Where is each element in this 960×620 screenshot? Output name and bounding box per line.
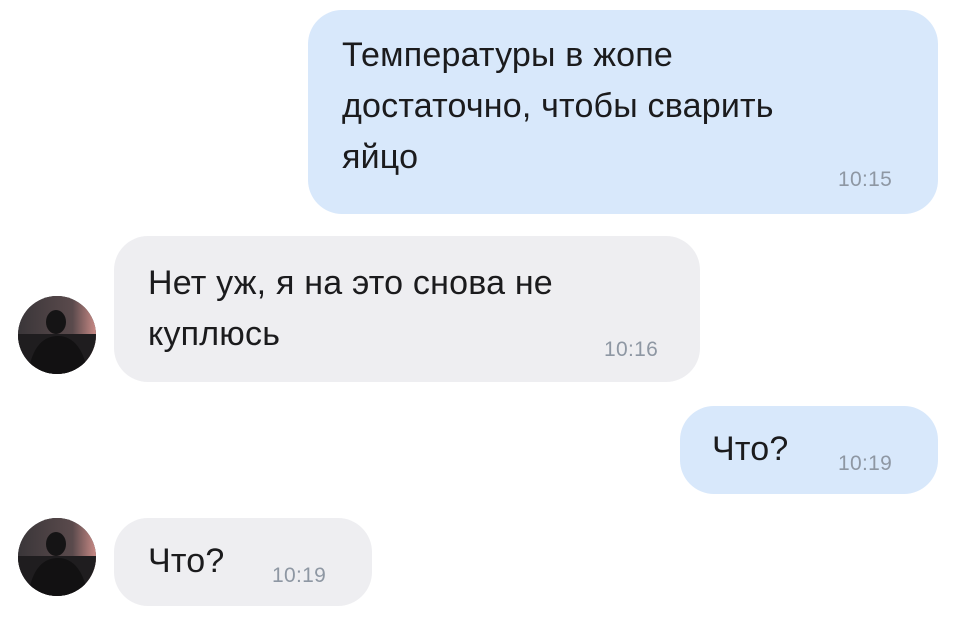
message-text: Что?: [148, 542, 225, 580]
message-text: Температуры в жопе достаточно, чтобы сва…: [342, 36, 774, 176]
outgoing-message[interactable]: Что? 10:19: [680, 406, 938, 494]
contact-avatar[interactable]: [18, 296, 96, 374]
outgoing-message[interactable]: Температуры в жопе достаточно, чтобы сва…: [308, 10, 938, 214]
message-timestamp: 10:15: [838, 168, 893, 191]
incoming-message[interactable]: Нет уж, я на это снова не куплюсь 10:16: [114, 236, 700, 382]
contact-photo-avatar-icon: [18, 518, 96, 596]
message-text: Нет уж, я на это снова не куплюсь: [148, 264, 553, 353]
contact-photo-avatar-icon: [18, 296, 96, 374]
chat-thread: Температуры в жопе достаточно, чтобы сва…: [0, 0, 960, 620]
message-timestamp: 10:19: [838, 452, 893, 475]
message-timestamp: 10:16: [604, 338, 659, 361]
incoming-message[interactable]: Что? 10:19: [114, 518, 372, 606]
message-timestamp: 10:19: [272, 564, 327, 587]
contact-avatar[interactable]: [18, 518, 96, 596]
message-text: Что?: [712, 430, 789, 468]
